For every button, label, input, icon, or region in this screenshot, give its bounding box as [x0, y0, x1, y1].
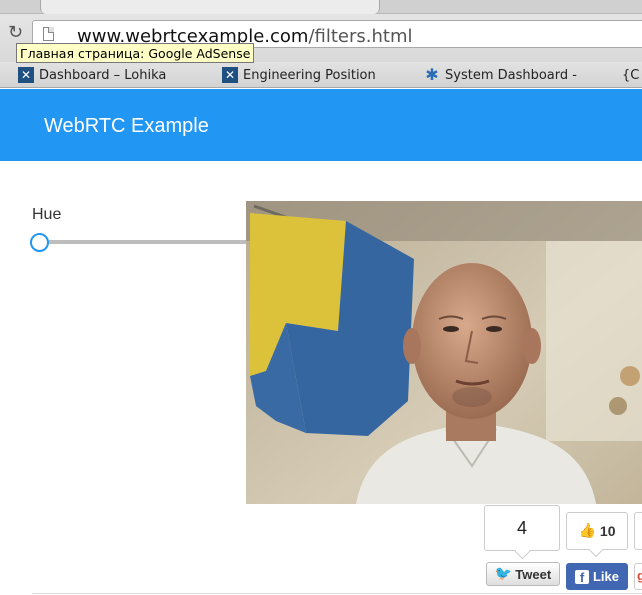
hue-slider-track[interactable]	[36, 240, 256, 244]
bookmark-system-dashboard[interactable]: ✱ System Dashboard -	[424, 66, 577, 84]
reload-icon[interactable]: ↻	[8, 24, 26, 42]
google-plus-button-cut-off[interactable]: g	[634, 563, 642, 590]
bookmark-label: {C	[622, 67, 640, 83]
bookmarks-bar: ✕ Dashboard – Lohika ✕ Engineering Posit…	[0, 62, 642, 88]
brand-link[interactable]: WebRTC Example	[44, 115, 209, 138]
bookmark-label: Engineering Position	[243, 67, 376, 83]
facebook-like-button[interactable]: f Like	[566, 563, 628, 590]
url-path: /filters.html	[308, 26, 413, 47]
tweet-label: Tweet	[515, 566, 552, 582]
thumbs-up-icon: 👍	[578, 523, 596, 539]
bookmark-label: System Dashboard -	[445, 67, 577, 83]
tweet-button[interactable]: 🐦 Tweet	[486, 562, 560, 586]
share-count-bubble-cut-off	[634, 512, 642, 550]
bookmark-cut-off[interactable]: {C	[622, 66, 639, 84]
jira-icon: ✕	[222, 67, 238, 83]
bookmark-label: Dashboard – Lohika	[39, 67, 167, 83]
browser-tab[interactable]	[40, 0, 380, 14]
google-plus-icon: g	[637, 568, 642, 583]
page-icon	[43, 27, 54, 41]
tweet-count: 4	[516, 518, 527, 538]
confluence-icon: ✱	[425, 65, 439, 84]
like-count: 10	[599, 523, 616, 539]
like-label: Like	[592, 569, 619, 584]
divider	[32, 593, 642, 594]
hue-label: Hue	[32, 206, 62, 223]
navbar: WebRTC Example	[0, 89, 642, 161]
like-count-bubble: 👍 10	[566, 512, 628, 550]
video-frame	[246, 201, 642, 504]
twitter-bird-icon: 🐦	[494, 566, 513, 582]
tweet-count-bubble: 4	[484, 505, 560, 551]
hue-slider-thumb[interactable]	[29, 233, 49, 252]
facebook-icon: f	[574, 569, 589, 585]
webcam-video	[246, 201, 642, 504]
tooltip: Главная страница: Google AdSense	[16, 43, 255, 63]
jira-icon: ✕	[18, 67, 34, 83]
bookmark-dashboard-lohika[interactable]: ✕ Dashboard – Lohika	[18, 66, 166, 84]
bookmark-engineering-position[interactable]: ✕ Engineering Position	[222, 66, 376, 84]
